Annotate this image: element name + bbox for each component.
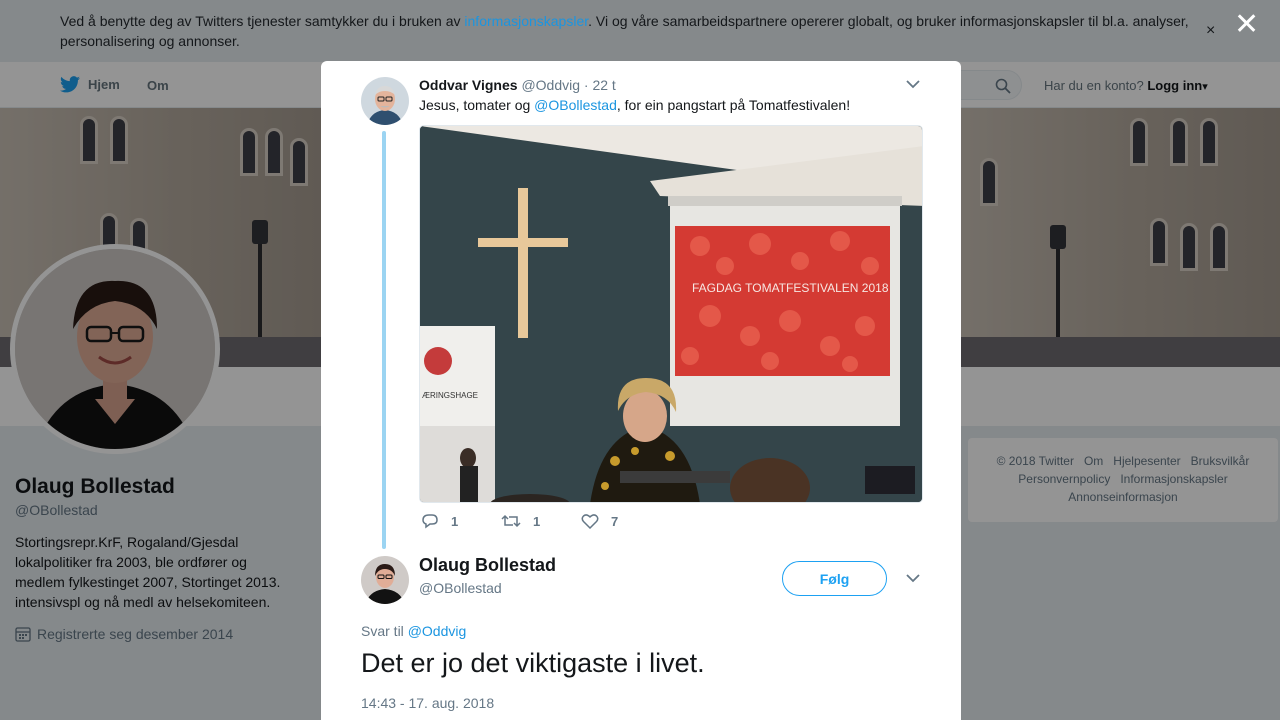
parent-author-name[interactable]: Oddvar Vignes	[419, 77, 518, 93]
olaug-avatar-photo	[361, 556, 409, 604]
main-tweet-timestamp[interactable]: 14:43 - 17. aug. 2018	[361, 695, 494, 711]
like-count: 7	[611, 513, 619, 529]
reply-prefix: Svar til	[361, 623, 404, 639]
follow-button[interactable]: Følg	[782, 561, 887, 596]
main-author-name[interactable]: Olaug Bollestad	[419, 555, 556, 576]
reply-to-context: Svar til @Oddvig	[361, 623, 466, 639]
cookie-close-icon[interactable]: ×	[1206, 22, 1215, 40]
chevron-down-icon[interactable]	[906, 79, 920, 89]
parent-tweet-header: Oddvar Vignes @Oddvig · 22 t	[419, 77, 616, 93]
conversation-thread-line	[382, 131, 386, 549]
banner-text: ÆRINGSHAGE	[422, 391, 478, 400]
avatar[interactable]	[361, 77, 409, 125]
cookie-link[interactable]: informasjonskapsler	[464, 13, 588, 29]
mention-link[interactable]: @OBollestad	[534, 97, 617, 113]
reply-count: 1	[451, 513, 459, 529]
main-tweet-author[interactable]: Olaug Bollestad @OBollestad	[419, 555, 556, 596]
cookie-text: Ved å benytte deg av Twitters tjenester …	[60, 11, 1200, 51]
parent-author-handle[interactable]: @Oddvig	[521, 77, 580, 93]
retweet-icon	[501, 514, 521, 528]
parent-tweet-time[interactable]: · 22 t	[584, 77, 616, 93]
close-icon[interactable]: ✕	[1234, 10, 1259, 40]
reply-mention-link[interactable]: @Oddvig	[408, 623, 467, 639]
parent-text-after: , for ein pangstart på Tomatfestivalen!	[616, 97, 851, 113]
tweet-actions: 1 1 7	[421, 513, 661, 529]
main-author-handle[interactable]: @OBollestad	[419, 580, 556, 596]
cookie-notice: Ved å benytte deg av Twitters tjenester …	[0, 0, 1280, 62]
avatar[interactable]	[361, 556, 409, 604]
reply-icon	[422, 514, 438, 529]
slide-text: FAGDAG TOMATFESTIVALEN 2018	[692, 281, 889, 295]
parent-tweet-text: Jesus, tomater og @OBollestad, for ein p…	[419, 97, 850, 113]
main-tweet-text: Det er jo det viktigaste i livet.	[361, 648, 705, 678]
chevron-down-icon[interactable]	[906, 573, 920, 583]
tweet-photo[interactable]: FAGDAG TOMATFESTIVALEN 2018 ÆRINGSHAGE	[419, 125, 923, 503]
like-button[interactable]: 7	[581, 513, 661, 529]
tweet-photo-image: FAGDAG TOMATFESTIVALEN 2018 ÆRINGSHAGE	[420, 126, 922, 502]
cookie-text-before: Ved å benytte deg av Twitters tjenester …	[60, 13, 465, 29]
tweet-modal: Oddvar Vignes @Oddvig · 22 t Jesus, toma…	[321, 61, 961, 720]
parent-text-before: Jesus, tomater og	[419, 97, 535, 113]
retweet-count: 1	[533, 513, 541, 529]
reply-button[interactable]: 1	[421, 513, 501, 529]
retweet-button[interactable]: 1	[501, 513, 581, 529]
oddvar-avatar-photo	[361, 77, 409, 125]
heart-icon	[581, 514, 599, 529]
